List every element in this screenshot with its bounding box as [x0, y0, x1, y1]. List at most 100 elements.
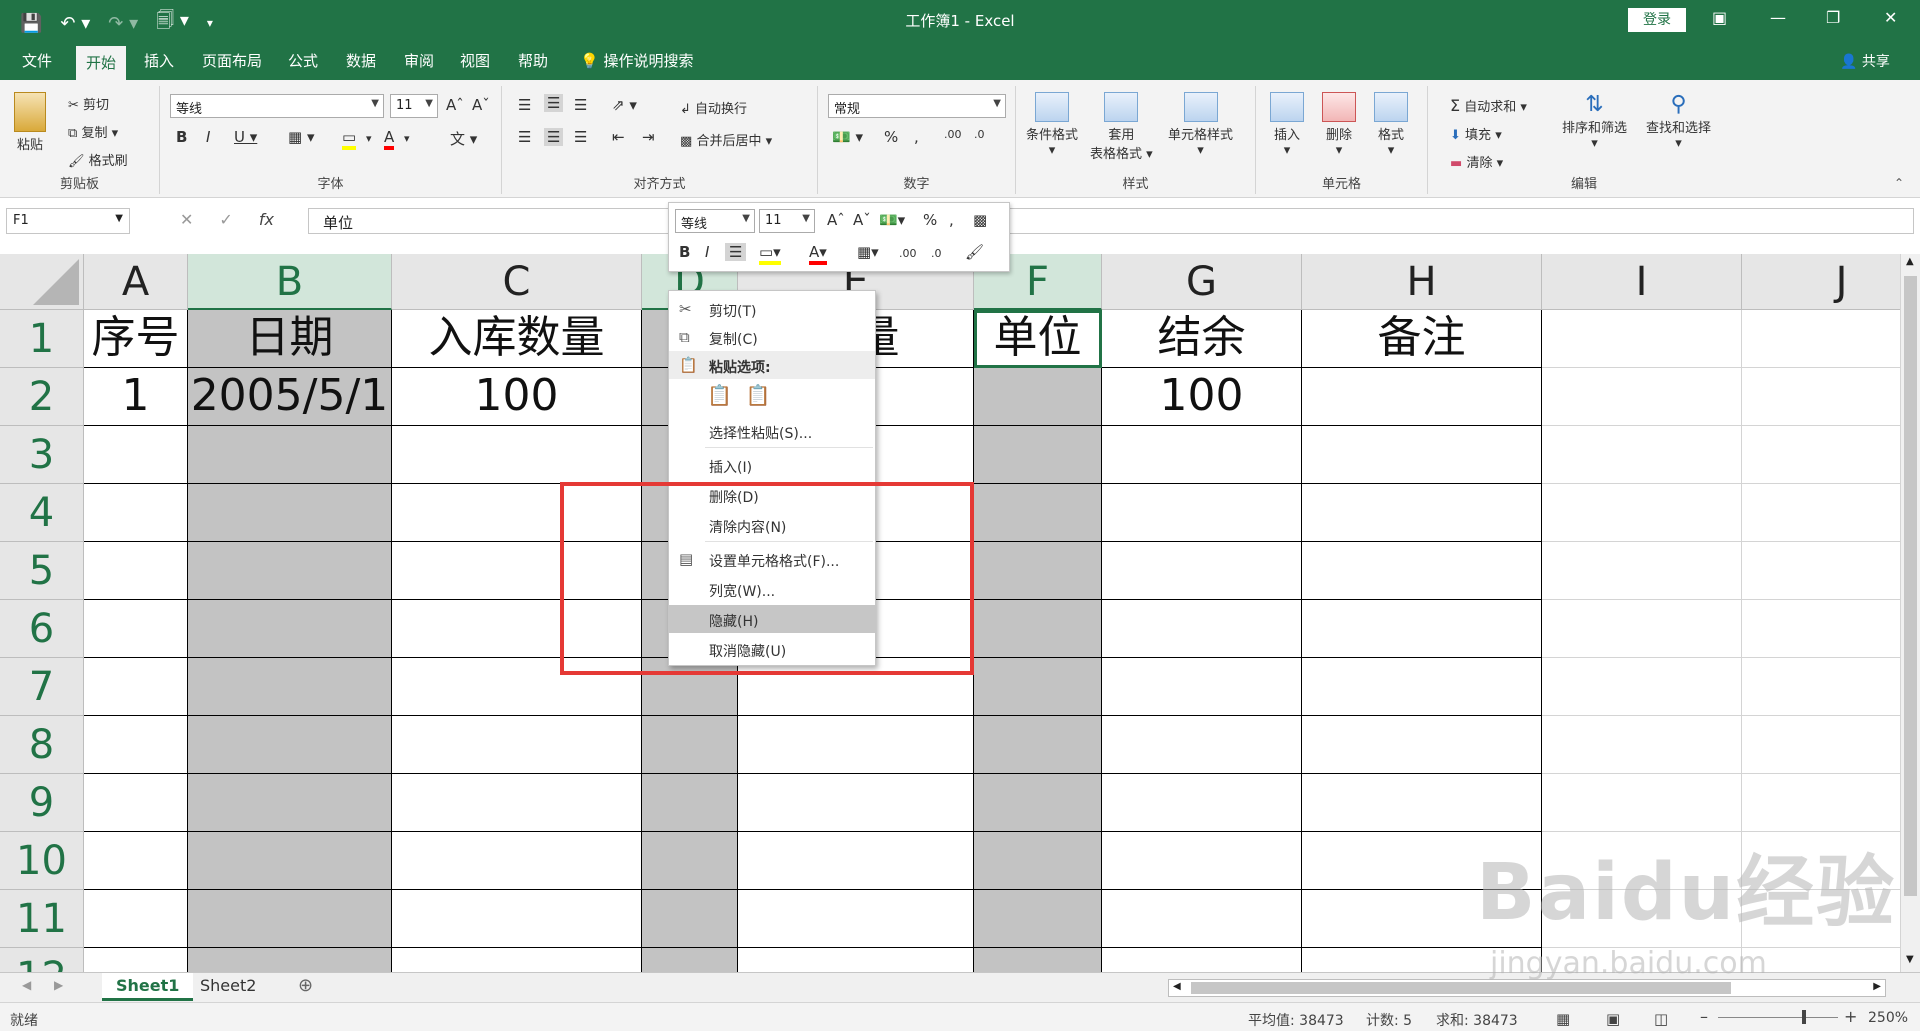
row-header-6[interactable]: 6 [0, 600, 84, 658]
delete-cells-button[interactable]: 删除 ▾ [1322, 92, 1356, 158]
cell-i2[interactable] [1542, 368, 1742, 426]
cell-f12[interactable] [974, 948, 1102, 972]
borders-icon[interactable]: ▦ ▾ [288, 128, 314, 146]
cell-j4[interactable] [1742, 484, 1900, 542]
row-header-1[interactable]: 1 [0, 310, 84, 368]
cell-f4[interactable] [974, 484, 1102, 542]
zoom-in-icon[interactable]: + [1844, 1007, 1857, 1026]
cell-b5[interactable] [188, 542, 392, 600]
page-layout-view-icon[interactable]: ▣ [1606, 1010, 1620, 1028]
tab-home[interactable]: 开始 [76, 46, 127, 80]
column-header-j[interactable]: J [1742, 254, 1900, 310]
cell-j1[interactable] [1742, 310, 1900, 368]
cell-j7[interactable] [1742, 658, 1900, 716]
column-header-a[interactable]: A [84, 254, 188, 310]
cell-h6[interactable] [1302, 600, 1542, 658]
row-header-12[interactable]: 12 [0, 948, 84, 972]
mini-currency-icon[interactable]: 💵▾ [879, 211, 905, 229]
row-header-7[interactable]: 7 [0, 658, 84, 716]
cell-j2[interactable] [1742, 368, 1900, 426]
cell-g12[interactable] [1102, 948, 1302, 972]
cell-g4[interactable] [1102, 484, 1302, 542]
column-header-g[interactable]: G [1102, 254, 1302, 310]
cell-f8[interactable] [974, 716, 1102, 774]
tab-insert[interactable]: 插入 [144, 50, 174, 71]
collapse-ribbon-icon[interactable]: ⌃ [1894, 176, 1904, 190]
cell-f1[interactable]: 单位 [974, 310, 1102, 368]
cell-f9[interactable] [974, 774, 1102, 832]
cell-g1[interactable]: 结余 [1102, 310, 1302, 368]
menu-item-copy[interactable]: ⧉ 复制(C) [669, 323, 875, 351]
cell-e12[interactable] [738, 948, 974, 972]
tab-review[interactable]: 审阅 [404, 50, 434, 71]
align-middle-icon[interactable]: ☰ [544, 94, 564, 112]
cell-g5[interactable] [1102, 542, 1302, 600]
menu-item-insert[interactable]: 插入(I) [669, 451, 875, 479]
cell-d11[interactable] [642, 890, 738, 948]
zoom-slider-thumb[interactable] [1802, 1010, 1806, 1024]
format-painter-button[interactable]: 🖌 格式刷 [68, 150, 128, 169]
fill-color-icon[interactable]: ▭ [342, 128, 357, 150]
cell-i1[interactable] [1542, 310, 1742, 368]
cell-b8[interactable] [188, 716, 392, 774]
mini-comma-icon[interactable]: , [949, 211, 954, 229]
tell-me-box[interactable]: 💡 操作说明搜索 [580, 50, 693, 71]
cell-c1[interactable]: 入库数量 [392, 310, 642, 368]
enter-icon[interactable]: ✓ [219, 210, 232, 229]
cell-f6[interactable] [974, 600, 1102, 658]
mini-italic-icon[interactable]: I [705, 243, 709, 261]
menu-item-cut[interactable]: ✂ 剪切(T) [669, 295, 875, 323]
cell-h4[interactable] [1302, 484, 1542, 542]
align-left-icon[interactable]: ☰ [518, 128, 531, 146]
cell-h9[interactable] [1302, 774, 1542, 832]
cell-c12[interactable] [392, 948, 642, 972]
mini-fill-color-icon[interactable]: ▭▾ [759, 243, 781, 265]
zoom-level[interactable]: 250% [1868, 1010, 1908, 1026]
mini-font-color-icon[interactable]: A▾ [809, 243, 827, 265]
wrap-text-button[interactable]: ↲ 自动换行 [680, 98, 747, 117]
vertical-scroll-thumb[interactable] [1904, 276, 1917, 896]
cell-d9[interactable] [642, 774, 738, 832]
scroll-left-icon[interactable]: ◀ [1173, 981, 1181, 992]
cell-i9[interactable] [1542, 774, 1742, 832]
cell-c11[interactable] [392, 890, 642, 948]
cell-h8[interactable] [1302, 716, 1542, 774]
cell-a1[interactable]: 序号 [84, 310, 188, 368]
cell-c2[interactable]: 100 [392, 368, 642, 426]
cell-j9[interactable] [1742, 774, 1900, 832]
cell-d10[interactable] [642, 832, 738, 890]
cell-b10[interactable] [188, 832, 392, 890]
align-center-icon[interactable]: ☰ [544, 128, 564, 146]
formula-input[interactable]: 单位 [308, 208, 1914, 234]
mini-font-name-combo[interactable]: 等线 ▼ [675, 209, 755, 233]
horizontal-scroll-thumb[interactable] [1191, 982, 1731, 994]
cell-h2[interactable] [1302, 368, 1542, 426]
cell-h7[interactable] [1302, 658, 1542, 716]
row-header-2[interactable]: 2 [0, 368, 84, 426]
row-header-4[interactable]: 4 [0, 484, 84, 542]
mini-increase-font-icon[interactable]: Aˆ [827, 211, 845, 229]
share-button[interactable]: 👤 共享 [1840, 51, 1890, 71]
prev-sheet-icon[interactable]: ◀ [22, 978, 31, 992]
row-header-3[interactable]: 3 [0, 426, 84, 484]
close-icon[interactable]: ✕ [1884, 8, 1897, 27]
cell-e10[interactable] [738, 832, 974, 890]
cell-i3[interactable] [1542, 426, 1742, 484]
sheet-tab-2[interactable]: Sheet2 [186, 973, 270, 1001]
cell-f10[interactable] [974, 832, 1102, 890]
cell-b4[interactable] [188, 484, 392, 542]
mini-font-size-combo[interactable]: 11 ▼ [759, 209, 815, 233]
bold-icon[interactable]: B [176, 128, 187, 146]
comma-icon[interactable]: , [914, 128, 919, 146]
tab-view[interactable]: 视图 [460, 50, 490, 71]
sort-filter-button[interactable]: ⇅ 排序和筛选 ▾ [1562, 92, 1627, 151]
row-header-5[interactable]: 5 [0, 542, 84, 600]
row-header-11[interactable]: 11 [0, 890, 84, 948]
tab-file[interactable]: 文件 [22, 50, 52, 71]
vertical-scrollbar[interactable]: ▲ ▼ [1900, 254, 1920, 972]
restore-icon[interactable]: ❐ [1826, 8, 1840, 27]
ribbon-display-icon[interactable]: ▣ [1712, 8, 1727, 27]
cell-b12[interactable] [188, 948, 392, 972]
phonetic-icon[interactable]: 文 ▾ [450, 128, 477, 149]
cell-h3[interactable] [1302, 426, 1542, 484]
